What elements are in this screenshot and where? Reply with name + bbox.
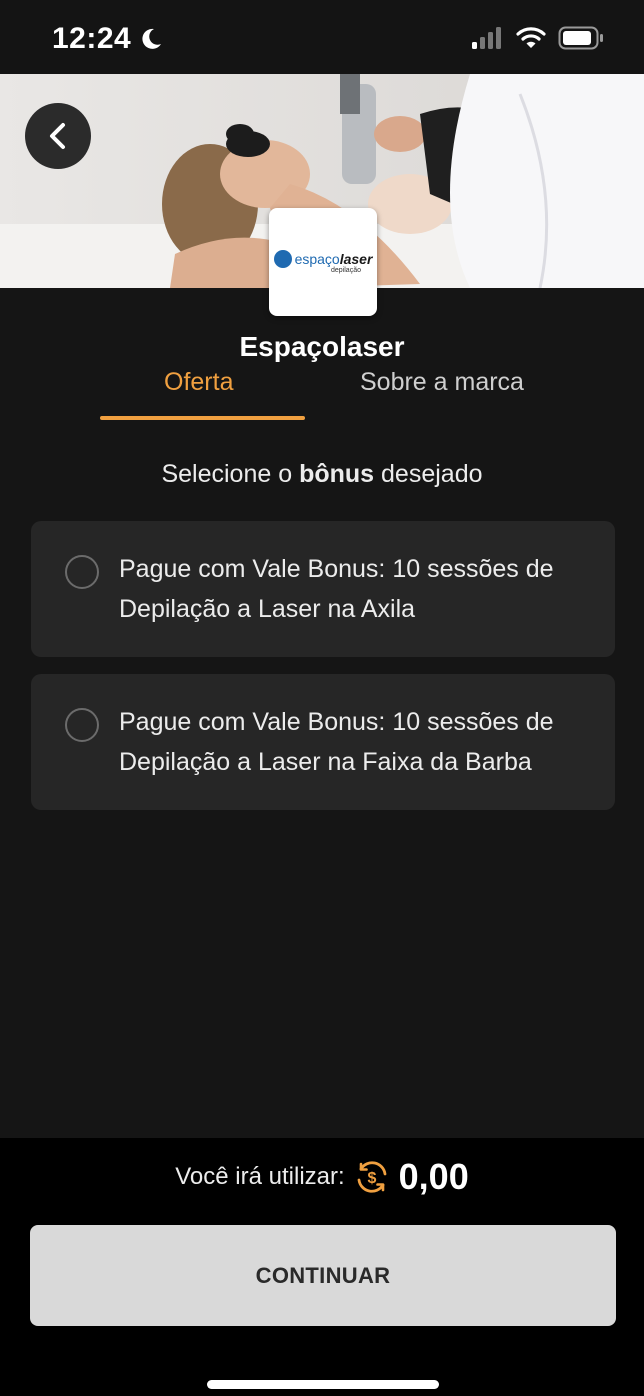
moon-icon	[142, 28, 162, 49]
logo-subtitle: depilação	[331, 267, 361, 274]
home-indicator[interactable]	[207, 1380, 439, 1389]
status-time: 12:24	[52, 22, 163, 56]
logo-word: espaçolaser	[295, 251, 373, 267]
usage-summary: Você irá utilizar: $ 0,00	[0, 1156, 644, 1198]
logo-word-regular: espaço	[294, 251, 340, 267]
svg-text:$: $	[367, 1170, 376, 1187]
logo-mark-icon	[273, 250, 292, 268]
bonus-option-barba[interactable]: Pague com Vale Bonus: 10 sessões de Depi…	[31, 674, 615, 810]
radio-button[interactable]	[65, 708, 99, 742]
bonus-option-label: Pague com Vale Bonus: 10 sessões de Depi…	[119, 708, 554, 776]
active-tab-indicator	[100, 416, 305, 420]
back-arrow-icon	[50, 123, 65, 149]
tab-oferta[interactable]: Oferta	[164, 368, 233, 397]
time-text: 12:24	[52, 22, 132, 55]
bonus-option-axila[interactable]: Pague com Vale Bonus: 10 sessões de Depi…	[31, 521, 615, 657]
brand-title: Espaçolaser	[239, 331, 405, 362]
back-button[interactable]	[25, 103, 91, 169]
prompt-text-after: desejado	[374, 460, 483, 488]
radio-button[interactable]	[65, 555, 99, 589]
logo-word-bold: laser	[339, 251, 373, 267]
prompt-text-bold: bônus	[299, 460, 375, 488]
usage-label: Você irá utilizar:	[175, 1163, 345, 1190]
wifi-icon	[516, 27, 546, 48]
status-icons	[472, 26, 604, 50]
continue-button[interactable]: CONTINUAR	[30, 1225, 616, 1326]
brand-logo: espaçolaser depilação	[269, 208, 377, 316]
battery-icon	[558, 26, 603, 50]
coin-icon: $	[357, 1161, 387, 1193]
bonus-prompt: Selecione o bônus desejado	[0, 460, 644, 489]
status-bar: 12:24	[0, 0, 644, 74]
usage-amount: 0,00	[398, 1156, 469, 1197]
tab-sobre-a-marca[interactable]: Sobre a marca	[360, 368, 524, 397]
signal-icon	[472, 27, 501, 49]
logo-row: espaçolaser	[273, 250, 373, 268]
prompt-text-before: Selecione o	[161, 460, 300, 488]
bonus-option-label: Pague com Vale Bonus: 10 sessões de Depi…	[119, 555, 554, 623]
